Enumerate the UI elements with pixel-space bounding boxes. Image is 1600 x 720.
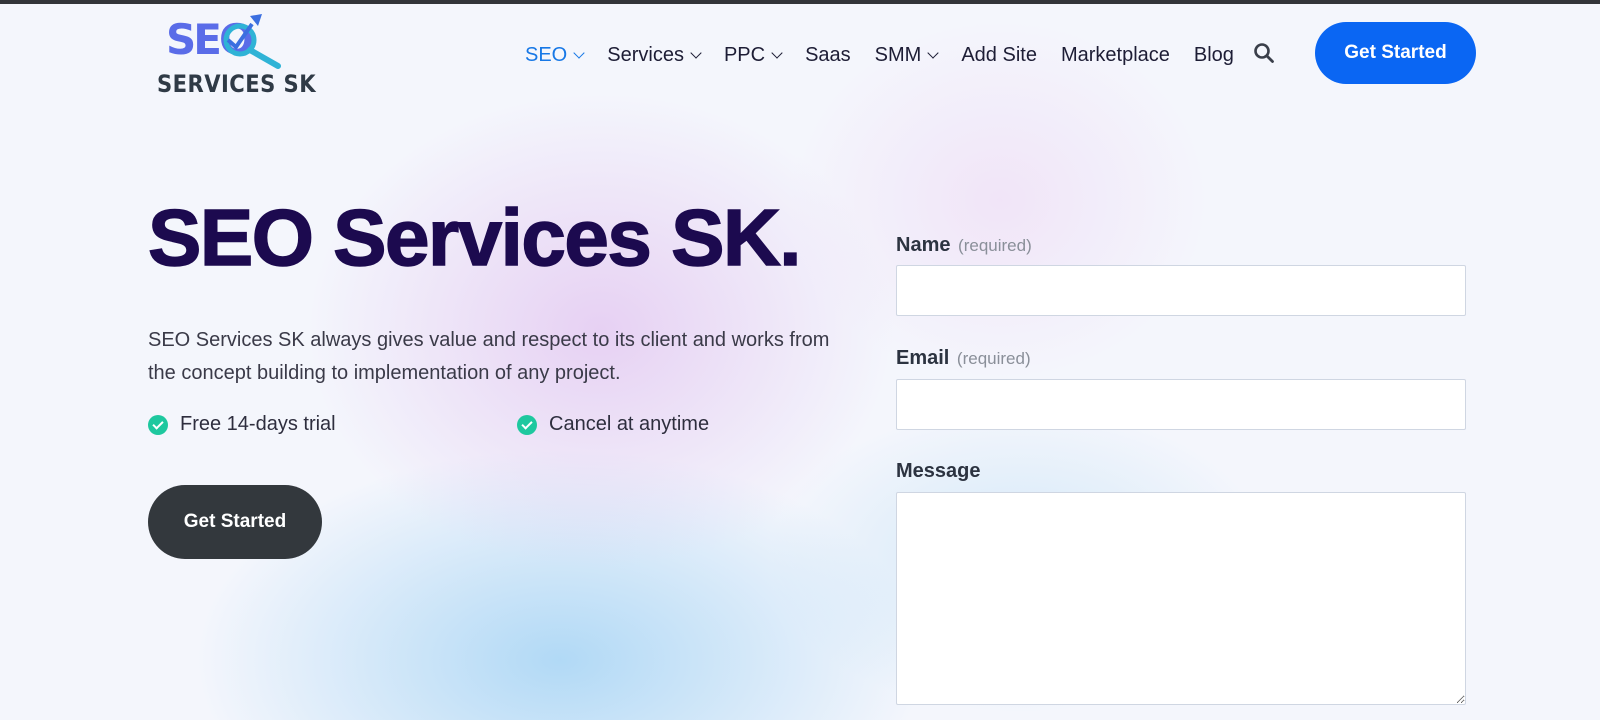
nav-item-saas[interactable]: Saas <box>805 44 851 67</box>
logo-mark-icon: SEO <box>166 14 281 69</box>
nav-item-services[interactable]: Services <box>607 43 702 67</box>
top-border <box>0 0 1600 4</box>
nav-item-label: SEO <box>525 43 568 66</box>
name-label: Name (required) <box>896 234 1032 257</box>
site-header: SEO SERVICES SK SEO Services PPC Saas SM… <box>0 4 1600 104</box>
hero-title: SEO Services SK. <box>147 192 802 283</box>
email-field[interactable] <box>896 379 1466 430</box>
hero-section: SEO Services SK. SEO Services SK always … <box>147 190 829 435</box>
message-field[interactable] <box>896 492 1466 705</box>
search-button[interactable] <box>1253 42 1277 66</box>
email-label-text: Email <box>896 347 950 369</box>
chevron-down-icon <box>690 46 702 59</box>
nav-item-blog[interactable]: Blog <box>1194 44 1234 67</box>
message-label-text: Message <box>896 460 981 482</box>
logo-wordmark: SERVICES SK <box>157 70 317 98</box>
name-label-text: Name <box>896 234 951 256</box>
nav-item-smm[interactable]: SMM <box>874 43 940 67</box>
nav-item-add-site[interactable]: Add Site <box>961 44 1037 67</box>
nav-item-seo[interactable]: SEO <box>525 43 585 67</box>
hero-get-started-button[interactable]: Get Started <box>148 485 322 559</box>
nav-item-label: Blog <box>1193 43 1234 66</box>
name-field[interactable] <box>896 265 1466 316</box>
search-icon <box>1254 43 1274 63</box>
nav-item-label: SMM <box>874 43 922 66</box>
email-label: Email (required) <box>896 347 1031 370</box>
feature-label: Free 14-days trial <box>180 413 336 435</box>
main-nav: SEO Services PPC Saas SMM Add Site Marke… <box>525 40 1258 70</box>
feature-label: Cancel at anytime <box>549 413 710 435</box>
chevron-down-icon <box>771 46 783 59</box>
hero-description: SEO Services SK always gives value and r… <box>148 329 830 384</box>
check-circle-icon <box>517 414 537 435</box>
header-get-started-button[interactable]: Get Started <box>1315 22 1476 84</box>
chevron-down-icon <box>573 46 585 59</box>
required-hint: (required) <box>958 236 1032 255</box>
nav-item-label: Saas <box>805 43 851 66</box>
nav-item-ppc[interactable]: PPC <box>723 43 783 67</box>
site-logo[interactable]: SEO SERVICES SK <box>152 10 316 102</box>
nav-item-label: Marketplace <box>1060 43 1170 66</box>
nav-item-marketplace[interactable]: Marketplace <box>1061 44 1170 67</box>
feature-free-trial: Free 14-days trial <box>148 413 336 436</box>
message-label: Message <box>896 460 981 483</box>
chevron-down-icon <box>927 46 940 59</box>
required-hint: (required) <box>956 349 1031 368</box>
feature-cancel-anytime: Cancel at anytime <box>517 413 709 436</box>
check-circle-icon <box>148 414 168 435</box>
nav-item-label: Services <box>607 43 684 66</box>
nav-item-label: PPC <box>723 43 766 66</box>
nav-item-label: Add Site <box>961 43 1037 66</box>
